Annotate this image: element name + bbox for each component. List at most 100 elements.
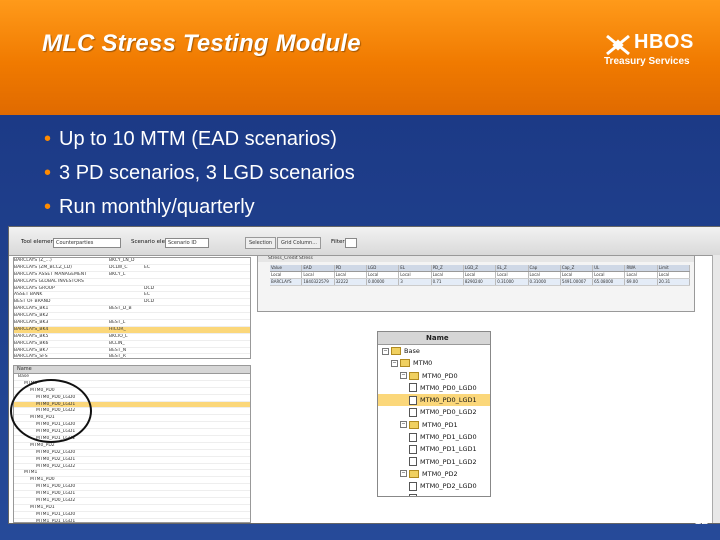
expand-toggle-icon[interactable]: −	[382, 347, 389, 355]
scenario-row[interactable]: MTM0_PD2_LGD2	[14, 464, 250, 471]
field1-label: Tool element	[21, 239, 57, 245]
tree-row[interactable]: BARCLAYS_BK3 BEST_L	[14, 320, 250, 327]
selection-button[interactable]: Selection	[245, 237, 277, 249]
grid-header-cell[interactable]: Limit	[658, 265, 691, 271]
zoom-tree-row[interactable]: − MTM0_PD2	[378, 468, 490, 480]
scenario-row-label: MTM1_PD0_LGD2	[36, 498, 76, 504]
tree-row-name: BARCLAYS_BK7	[14, 347, 49, 353]
scenario-row-label: MTM1_PD0	[30, 477, 55, 483]
tree-row[interactable]: ASSET BANK EC	[14, 292, 250, 300]
expand-toggle-icon[interactable]: −	[400, 470, 407, 478]
bullet-text: Run monthly/quarterly	[59, 196, 255, 218]
expand-toggle-icon[interactable]: −	[400, 421, 407, 429]
scenario-row[interactable]: MTM1_PD1	[14, 505, 250, 512]
tree-row-name: BARCLAYS (ZM_BCCZ_LD)	[14, 264, 72, 270]
bullet-item: • 3 PD scenarios, 3 LGD scenarios	[44, 156, 355, 190]
grid-header-cell[interactable]: Value	[270, 265, 303, 271]
expand-toggle-icon[interactable]: −	[391, 359, 398, 367]
grid-header-cell[interactable]: RWA	[625, 265, 658, 271]
zoom-tree-row[interactable]: MTM0_PD1_LGD2	[378, 456, 490, 468]
tree-row[interactable]: BARCLAYS ASSET MANAGEMENT BKCY_L	[14, 272, 250, 279]
zoom-tree-row[interactable]: − MTM0_PD0	[378, 370, 490, 382]
scenario-row[interactable]: MTM1_PD1_LGD0	[14, 512, 250, 519]
scenario-row[interactable]: MTM1_PD0_LGD1	[14, 491, 250, 499]
field1-combo[interactable]: Counterparties	[53, 238, 121, 248]
tree-row[interactable]: BARCLAYS GLOBAL INVESTORS	[14, 279, 250, 286]
zoom-tree-row[interactable]: MTM0_PD0_LGD0	[378, 382, 490, 394]
grid-column-button[interactable]: Grid Column...	[277, 237, 321, 249]
grid-cell: Local	[529, 272, 561, 278]
vertical-scrollbar[interactable]	[712, 255, 720, 523]
grid-cell: 1840322579	[302, 279, 335, 285]
grid-header-cell[interactable]: EL_Z	[496, 265, 529, 271]
scenario-row[interactable]: MTM1	[14, 470, 250, 478]
folder-icon	[409, 420, 419, 429]
field2-combo[interactable]: Scenario ID	[165, 238, 209, 248]
zoom-tree-row[interactable]: − MTM0_PD1	[378, 419, 490, 431]
counterparty-tree[interactable]: BARCLAYS (Z_...) BKCY_LN_D BARCLAYS (ZM_BC…	[13, 257, 251, 359]
filter-combo[interactable]	[345, 238, 357, 248]
scenario-row-label: MTM0_PD2_LGD1	[36, 456, 76, 462]
scenario-row[interactable]: MTM1_PD0	[14, 477, 250, 485]
zoom-tree-row[interactable]: − Base	[378, 345, 490, 357]
zoom-tree-label: MTM0_PD1_LGD2	[420, 457, 477, 466]
grid-row[interactable]: BARCLAYS 1840322579 32222 0.00000 3 0.71 82902…	[270, 279, 691, 286]
scenario-row[interactable]: MTM1_PD0_LGD0	[14, 484, 250, 492]
scenario-row[interactable]: MTM1_PD1_LGD1	[14, 519, 250, 522]
grid-cell: Local	[270, 272, 303, 278]
tree-row[interactable]: BARCLAYS (Z_...) BKCY_LN_D	[14, 258, 250, 265]
grid-cell: Local	[367, 272, 400, 278]
grid-row[interactable]: Local Local Local Local Local Local Local Local…	[270, 272, 691, 279]
tree-row[interactable]: BARCLAYS_BK2	[14, 313, 250, 321]
grid-cell: 32222	[335, 279, 367, 285]
results-grid[interactable]: Value EAD PD LGD EL PD_Z LGD_Z EL_Z Cap Cap_Z UL RW…	[270, 265, 691, 286]
bullet-dot-icon: •	[44, 196, 52, 218]
zoom-tree-row[interactable]: MTM0_PD0_LGD1	[378, 394, 490, 407]
grid-header-cell[interactable]: PD_Z	[432, 265, 464, 271]
scenario-row[interactable]: MTM0_PD2_LGD0	[14, 450, 250, 457]
zoom-tree-row[interactable]: MTM0_PD0_LGD2	[378, 406, 490, 418]
tree-row[interactable]: BARCLAYS_BK5 BKCIO_L	[14, 334, 250, 341]
expand-toggle-icon[interactable]: −	[400, 372, 407, 380]
grid-header-cell[interactable]: PD	[335, 265, 367, 271]
tree-row[interactable]: BARCLAYS_BK4 HICOR_	[14, 326, 250, 334]
zoom-tree-row[interactable]: MTM0_PD1_LGD1	[378, 443, 490, 455]
zoom-tree-label: MTM0_PD0_LGD0	[420, 383, 477, 392]
bullet-list: • Up to 10 MTM (EAD scenarios) • 3 PD scen…	[44, 122, 355, 224]
scenario-row[interactable]: MTM0_PD2_LGD1	[14, 457, 250, 464]
grid-header-cell[interactable]: LGD_Z	[464, 265, 497, 271]
slide-title: MLC Stress Testing Module	[42, 30, 361, 57]
tree-row[interactable]: BEST OF BRAND DCD	[14, 299, 250, 307]
tree-row[interactable]: BARCLAYS_BK6 BCLIN_	[14, 341, 250, 348]
grid-cell: Local	[658, 272, 691, 278]
tree-row[interactable]: BARCLAYS_BK1 BEST_D_B	[14, 306, 250, 314]
zoom-tree-label: MTM0_PD1_LGD0	[420, 433, 477, 442]
grid-cell: Local	[335, 272, 367, 278]
zoom-tree-row[interactable]: MTM0_PD2_LGD1	[378, 493, 490, 496]
tree-row-name: BARCLAYS_BK3	[14, 320, 49, 326]
zoom-tree-row[interactable]: MTM0_PD1_LGD0	[378, 431, 490, 443]
grid-header-cell[interactable]: EAD	[302, 265, 335, 271]
grid-header-cell[interactable]: LGD	[367, 265, 400, 271]
folder-icon	[409, 371, 419, 380]
grid-header-cell[interactable]: UL	[593, 265, 626, 271]
scenario-row-label: MTM0_PD2_LGD0	[36, 449, 76, 455]
grid-cell: Local	[625, 272, 658, 278]
tree-row-name: BARCLAYS GROUP	[14, 285, 55, 291]
bullet-text: Up to 10 MTM (EAD scenarios)	[59, 128, 337, 150]
scenario-row-label: MTM1_PD0_LGD0	[36, 484, 76, 490]
document-icon	[409, 432, 417, 442]
grid-header-cell[interactable]: EL	[399, 265, 432, 271]
grid-header-cell[interactable]: Cap_Z	[561, 265, 594, 271]
tree-row-type: DCD	[144, 299, 155, 305]
tree-row[interactable]: BARCLAYS_BK7 BEST_N	[14, 348, 250, 355]
grid-cell: 0.31000	[496, 279, 529, 285]
tree-row[interactable]: BARCLAYS GROUP DCD	[14, 286, 250, 293]
scenario-row[interactable]: MTM0_PD2	[14, 443, 250, 450]
grid-header-cell[interactable]: Cap	[529, 265, 561, 271]
zoom-tree-row[interactable]: − MTM0	[378, 357, 490, 369]
scenario-row[interactable]: MTM1_PD0_LGD2	[14, 498, 250, 505]
tree-row[interactable]: BARCLAYS (ZM_BCCZ_LD) DCLW_C EC	[14, 265, 250, 272]
zoom-tree-row[interactable]: MTM0_PD2_LGD0	[378, 480, 490, 492]
tree-row[interactable]: BARCLAYS_SFS BEST_R	[14, 354, 250, 358]
